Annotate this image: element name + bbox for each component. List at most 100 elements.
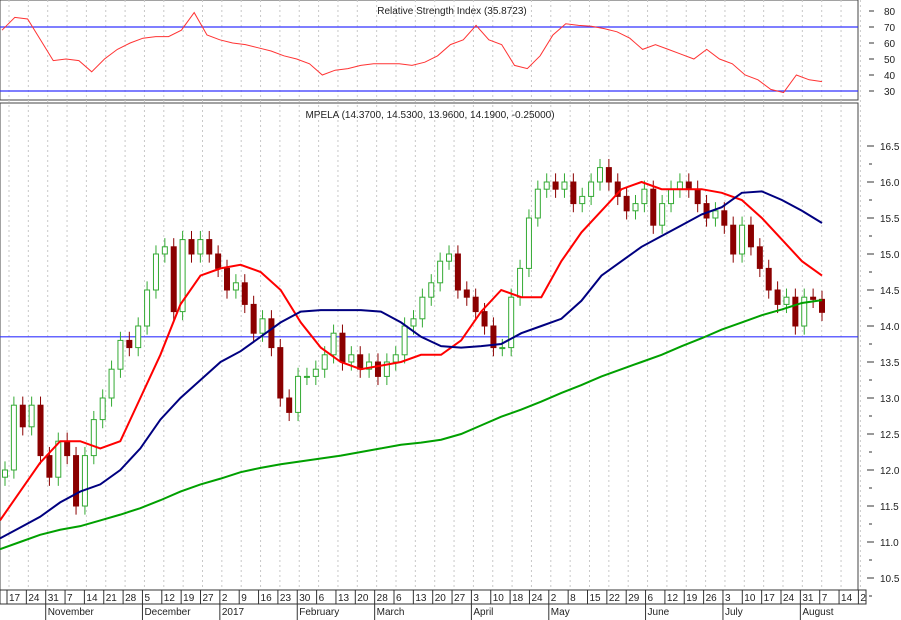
x-tick-label: 7 [822, 593, 828, 604]
x-tick-label: 10 [493, 593, 505, 604]
candle-body [419, 296, 426, 320]
x-tick-label: 24 [531, 593, 543, 604]
candle-body [108, 368, 115, 399]
candle-body [55, 440, 62, 478]
candle-body [170, 246, 177, 313]
x-tick-label: 24 [28, 593, 40, 604]
price-y-tick-label: 14.5 [880, 286, 900, 297]
rsi-y-tick-label: 50 [884, 55, 896, 66]
candle-body [348, 354, 355, 363]
rsi-y-tick-label: 40 [884, 71, 896, 82]
month-label: July [725, 607, 743, 618]
candle-body [268, 318, 275, 349]
candle-body [188, 239, 195, 255]
month-label: February [299, 607, 339, 618]
x-tick-label: 16 [261, 593, 273, 604]
candle-body [232, 282, 239, 291]
candle-body [543, 181, 550, 190]
x-tick-label: 12 [164, 593, 176, 604]
candle-body [756, 246, 763, 269]
x-tick-label: 19 [686, 593, 698, 604]
candle-body [19, 404, 26, 428]
x-tick-label: 15 [590, 593, 602, 604]
candle-body [81, 455, 88, 507]
candle-body [206, 239, 213, 255]
candle-body [303, 375, 310, 378]
candle-body [641, 188, 648, 205]
candle-body [446, 253, 453, 262]
rsi-panel [0, 11, 858, 94]
candle-body [694, 188, 701, 205]
rsi-y-tick-label: 70 [884, 23, 896, 34]
candle-body [152, 253, 159, 291]
candle-body [792, 296, 799, 327]
candle-body [250, 303, 257, 334]
price-y-tick-label: 11.0 [880, 538, 899, 549]
candle-body [312, 368, 319, 377]
candle-body [286, 397, 293, 413]
candle-body [454, 253, 461, 291]
price-y-tick-label: 13.0 [880, 394, 900, 405]
candle-body [605, 167, 612, 183]
price-y-tick-label: 12.0 [880, 466, 900, 477]
candle-body [525, 217, 532, 269]
month-label: November [48, 607, 95, 618]
price-y-tick-label: 10.5 [880, 574, 900, 585]
candle-body [197, 239, 204, 255]
candle-body [703, 203, 710, 219]
x-tick-label: 2 [551, 593, 557, 604]
candle-body [810, 296, 817, 300]
x-tick-label: 21 [106, 593, 118, 604]
x-tick-label: 6 [396, 593, 402, 604]
month-label: April [473, 607, 493, 618]
candle-body [73, 455, 80, 507]
candle-body [144, 289, 151, 327]
candle-body [126, 339, 133, 349]
price-panel [0, 158, 858, 551]
x-tick-label: 18 [512, 593, 524, 604]
candle-body [650, 188, 657, 226]
candle-body [579, 195, 586, 205]
candle-body [472, 296, 479, 313]
candle-body [241, 282, 248, 305]
candle-body [463, 289, 470, 298]
candle-body [215, 253, 222, 269]
candle-body [277, 347, 284, 399]
x-tick-label: 27 [454, 593, 466, 604]
candle-body [596, 167, 603, 183]
candle-body [517, 267, 524, 298]
x-axis: 17 24 31 7 14 21 28 5 12 19 27 2 9 16 23 30 6 13 20 28 6 13 20… [0, 589, 867, 620]
candle-body [46, 455, 53, 478]
candle-body [135, 325, 142, 349]
price-title: MPELA (14.3700, 14.5300, 13.9600, 14.190… [305, 110, 554, 121]
candle-body [224, 267, 231, 291]
candle-body [632, 203, 639, 212]
candle-body [739, 224, 746, 255]
x-tick-label: 7 [67, 593, 73, 604]
stock-chart: Relative Strength Index (35.8723) MPELA … [0, 0, 900, 620]
candle-body [499, 347, 506, 350]
x-tick-label: 31 [48, 593, 60, 604]
x-tick-label: 3 [473, 593, 479, 604]
rsi-title: Relative Strength Index (35.8723) [377, 6, 527, 17]
candle-body [428, 282, 435, 298]
x-tick-label: 30 [299, 593, 311, 604]
candle-body [10, 404, 17, 471]
x-tick-label: 8 [570, 593, 576, 604]
y-axis: 80 70 60 50 40 30 16.5 16.0 15.5 15.0 14.5 14.0 13.5… [867, 7, 900, 597]
x-tick-label: 13 [415, 593, 427, 604]
candle-body [321, 354, 328, 370]
candle-body [481, 311, 488, 327]
candle-body [64, 440, 71, 457]
candle-body [783, 296, 790, 305]
candle-body [90, 419, 97, 457]
candle-body [330, 332, 337, 356]
candle-body [437, 260, 444, 284]
x-tick-label: 17 [9, 593, 21, 604]
candle-body [259, 318, 266, 334]
moving-average-line [0, 299, 823, 551]
candle-body [668, 188, 675, 205]
x-tick-label: 2 [222, 593, 228, 604]
candle-body [747, 224, 754, 248]
candle-body [339, 332, 346, 363]
